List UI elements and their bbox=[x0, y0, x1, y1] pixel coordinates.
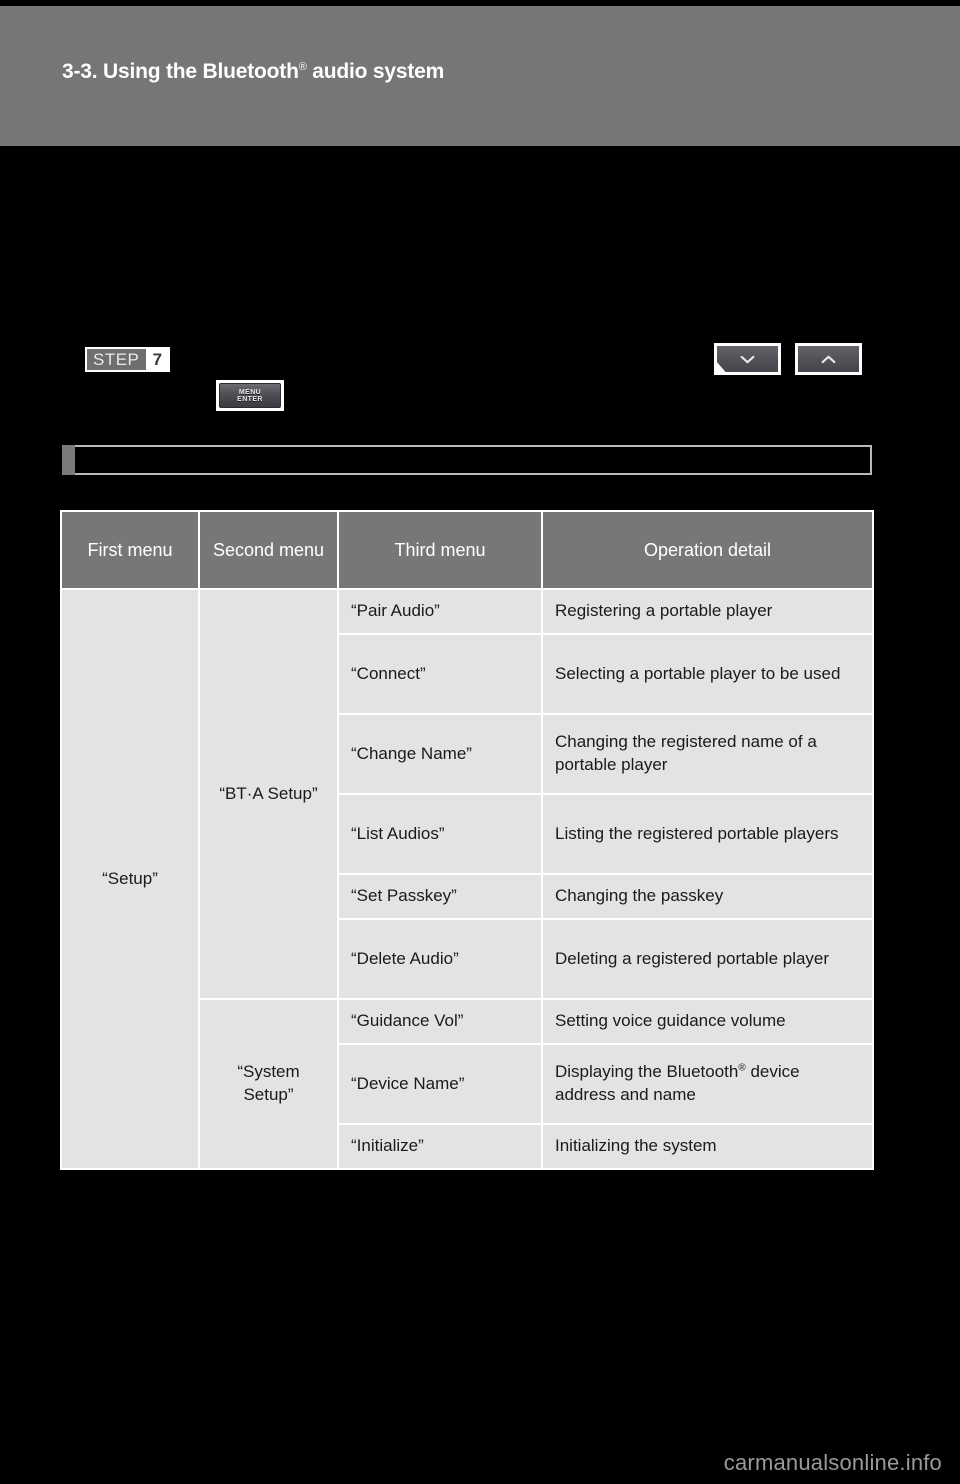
step-label: STEP bbox=[93, 350, 140, 369]
cell-operation-detail: Changing the registered name of a portab… bbox=[541, 713, 874, 795]
page-title-prefix: 3-3. Using the Bluetooth bbox=[62, 60, 299, 83]
chevron-down-icon bbox=[740, 355, 755, 363]
cell-operation-detail: Deleting a registered portable player bbox=[541, 918, 874, 1000]
seek-down-key-image bbox=[714, 343, 781, 375]
cell-operation-detail: Displaying the Bluetooth® device address… bbox=[541, 1043, 874, 1125]
menu-enter-key-line1: MENU bbox=[238, 388, 262, 396]
menu-enter-key-image: MENU ENTER bbox=[216, 380, 284, 411]
cell-operation-detail: Changing the passkey bbox=[541, 873, 874, 920]
cell-operation-detail: Setting voice guidance volume bbox=[541, 998, 874, 1045]
step-number: 7 bbox=[146, 349, 169, 370]
cell-operation-detail: Registering a portable player bbox=[541, 588, 874, 635]
cell-second-menu: “BT·A Setup” bbox=[198, 588, 339, 1000]
manual-page: 3-3. Using the Bluetooth® audio system S… bbox=[0, 0, 960, 1484]
column-header-first-menu: First menu bbox=[60, 510, 200, 590]
column-header-third-menu: Third menu bbox=[337, 510, 543, 590]
rule-bar-field bbox=[75, 445, 872, 475]
seek-up-key-image bbox=[795, 343, 862, 375]
table-header-row: First menu Second menu Third menu Operat… bbox=[60, 510, 874, 590]
registered-mark-icon: ® bbox=[298, 61, 307, 73]
column-header-second-menu: Second menu bbox=[198, 510, 339, 590]
cell-third-menu: “Device Name” bbox=[337, 1043, 543, 1125]
page-header-band: 3-3. Using the Bluetooth® audio system bbox=[0, 6, 960, 146]
cell-third-menu: “Delete Audio” bbox=[337, 918, 543, 1000]
table-header: First menu Second menu Third menu Operat… bbox=[60, 510, 874, 590]
seek-up-keycap bbox=[798, 346, 859, 372]
cell-first-menu: “Setup” bbox=[60, 588, 200, 1170]
registered-mark-icon: ® bbox=[738, 1062, 746, 1074]
menu-enter-keycap: MENU ENTER bbox=[219, 383, 281, 408]
rule-bar-tab bbox=[62, 445, 75, 475]
cell-third-menu: “Guidance Vol” bbox=[337, 998, 543, 1045]
cell-operation-detail: Selecting a portable player to be used bbox=[541, 633, 874, 715]
cell-third-menu: “Connect” bbox=[337, 633, 543, 715]
menu-enter-key-line2: ENTER bbox=[237, 395, 263, 403]
cell-third-menu: “List Audios” bbox=[337, 793, 543, 875]
cell-operation-detail: Initializing the system bbox=[541, 1123, 874, 1170]
section-rule-bar bbox=[62, 445, 872, 475]
page-title: 3-3. Using the Bluetooth® audio system bbox=[62, 60, 444, 84]
site-watermark: carmanualsonline.info bbox=[723, 1450, 942, 1475]
cell-third-menu: “Change Name” bbox=[337, 713, 543, 795]
chevron-up-icon bbox=[821, 355, 836, 363]
table-row: “Setup” “BT·A Setup” “Pair Audio” Registeri… bbox=[60, 588, 874, 1170]
cell-third-menu: “Initialize” bbox=[337, 1123, 543, 1170]
page-title-suffix: audio system bbox=[306, 60, 445, 83]
column-header-operation-detail: Operation detail bbox=[541, 510, 874, 590]
cell-third-menu: “Pair Audio” bbox=[337, 588, 543, 635]
cell-second-menu: “System Setup” bbox=[198, 998, 339, 1170]
cell-operation-detail: Listing the registered portable players bbox=[541, 793, 874, 875]
step-badge: STEP 7 bbox=[85, 347, 171, 372]
menu-structure-table: First menu Second menu Third menu Operat… bbox=[60, 510, 874, 1170]
cell-third-menu: “Set Passkey” bbox=[337, 873, 543, 920]
seek-down-keycap bbox=[717, 346, 778, 372]
table-body: “Setup” “BT·A Setup” “Pair Audio” Registeri… bbox=[60, 588, 874, 1170]
